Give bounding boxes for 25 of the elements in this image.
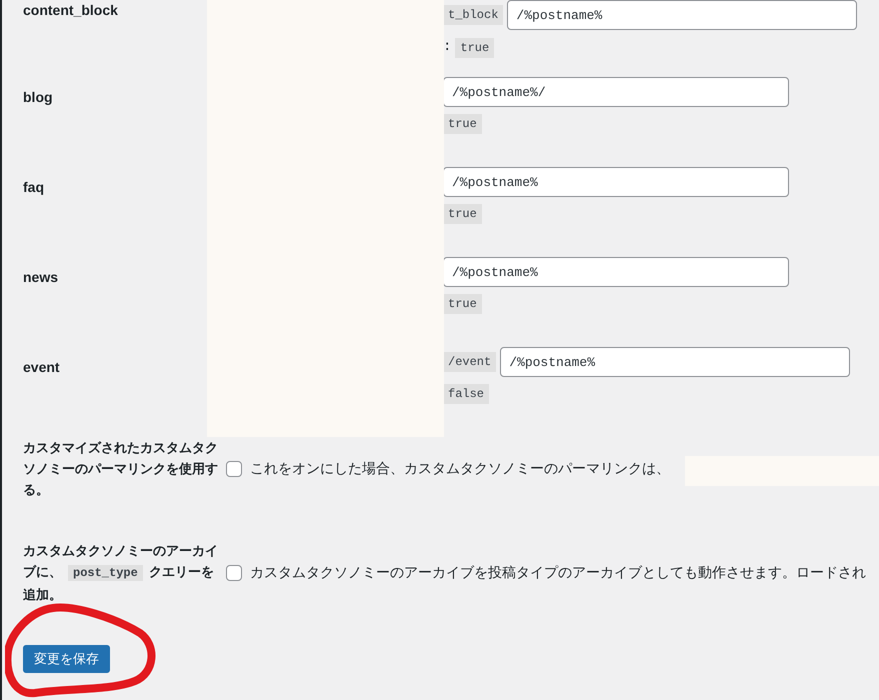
option-label: カスタムタクソノミーのアーカイブに、 post_type クエリーを追加。 <box>22 542 219 604</box>
checkbox[interactable] <box>226 564 242 580</box>
option-label: カスタマイズされたカスタムタクソノミーのパーマリンクを使用する。 <box>22 439 219 499</box>
with-front-code: true <box>443 204 482 224</box>
permalink-input[interactable]: /%postname% <box>500 347 850 377</box>
permalink-input[interactable]: /%postname% <box>443 167 789 197</box>
save-button[interactable]: 変更を保存 <box>23 645 110 673</box>
option-description: これをオンにした場合、カスタムタクソノミーのパーマリンクは、 <box>250 459 670 478</box>
slug-code: /event <box>443 352 496 372</box>
permalink-input[interactable]: /%postname% <box>443 257 789 287</box>
with-front-code: true <box>443 114 482 134</box>
with-front-code: true <box>455 38 494 58</box>
with-front-code: true <box>443 294 482 314</box>
permalink-input[interactable]: /%postname%/ <box>443 77 789 107</box>
checkbox[interactable] <box>226 460 242 476</box>
post-type-label: news <box>23 268 58 287</box>
slug-code: t_block <box>443 5 504 25</box>
permalink-input[interactable]: /%postname% <box>507 0 858 30</box>
post-type-label: faq <box>23 178 44 197</box>
separator-text: : <box>443 38 452 57</box>
post-type-label: blog <box>23 88 53 107</box>
with-front-code: false <box>443 384 490 404</box>
post-type-label: content_block <box>23 1 118 20</box>
post-type-label: event <box>23 358 60 377</box>
option-description: カスタムタクソノミーのアーカイブを投稿タイプのアーカイブとしても動作させます。ロードされ <box>250 563 866 582</box>
